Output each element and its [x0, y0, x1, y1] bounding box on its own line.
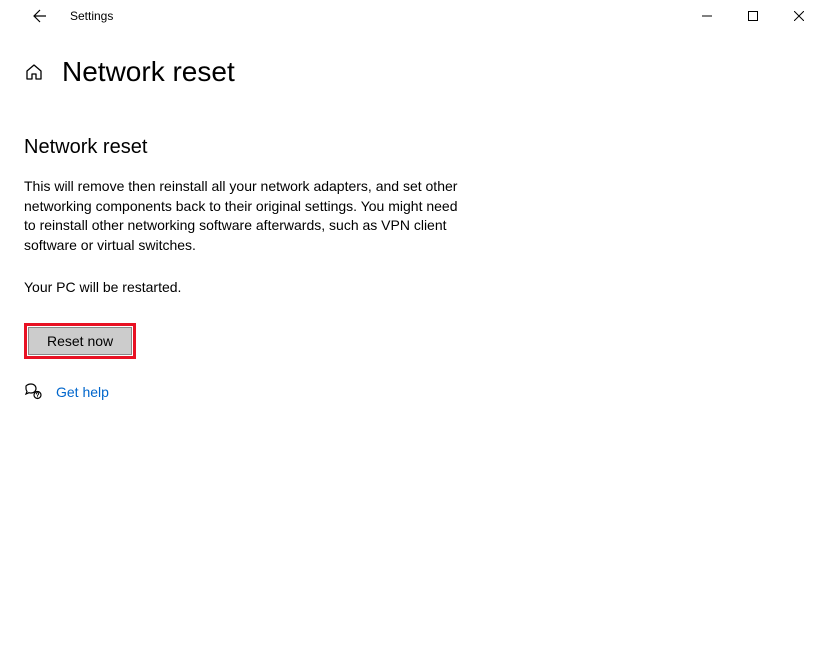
reset-now-button[interactable]: Reset now [28, 327, 132, 355]
restart-notice: Your PC will be restarted. [24, 279, 576, 295]
page-title: Network reset [62, 56, 235, 88]
maximize-button[interactable] [730, 0, 776, 32]
get-help-link[interactable]: Get help [56, 384, 109, 400]
minimize-icon [702, 11, 712, 21]
minimize-button[interactable] [684, 0, 730, 32]
close-icon [794, 11, 804, 21]
home-icon[interactable] [24, 62, 44, 82]
reset-button-highlight: Reset now [24, 323, 136, 359]
content-area: Network reset This will remove then rein… [0, 88, 600, 401]
close-button[interactable] [776, 0, 822, 32]
description-text: This will remove then reinstall all your… [24, 177, 464, 255]
home-icon-svg [24, 62, 44, 82]
back-button[interactable] [24, 0, 56, 32]
window-title: Settings [70, 9, 113, 23]
maximize-icon [748, 11, 758, 21]
get-help-icon [24, 383, 42, 401]
page-header: Network reset [0, 32, 822, 88]
arrow-left-icon [32, 8, 48, 24]
window-controls [684, 0, 822, 32]
help-row: Get help [24, 383, 576, 401]
section-heading: Network reset [24, 136, 576, 159]
titlebar: Settings [0, 0, 822, 32]
